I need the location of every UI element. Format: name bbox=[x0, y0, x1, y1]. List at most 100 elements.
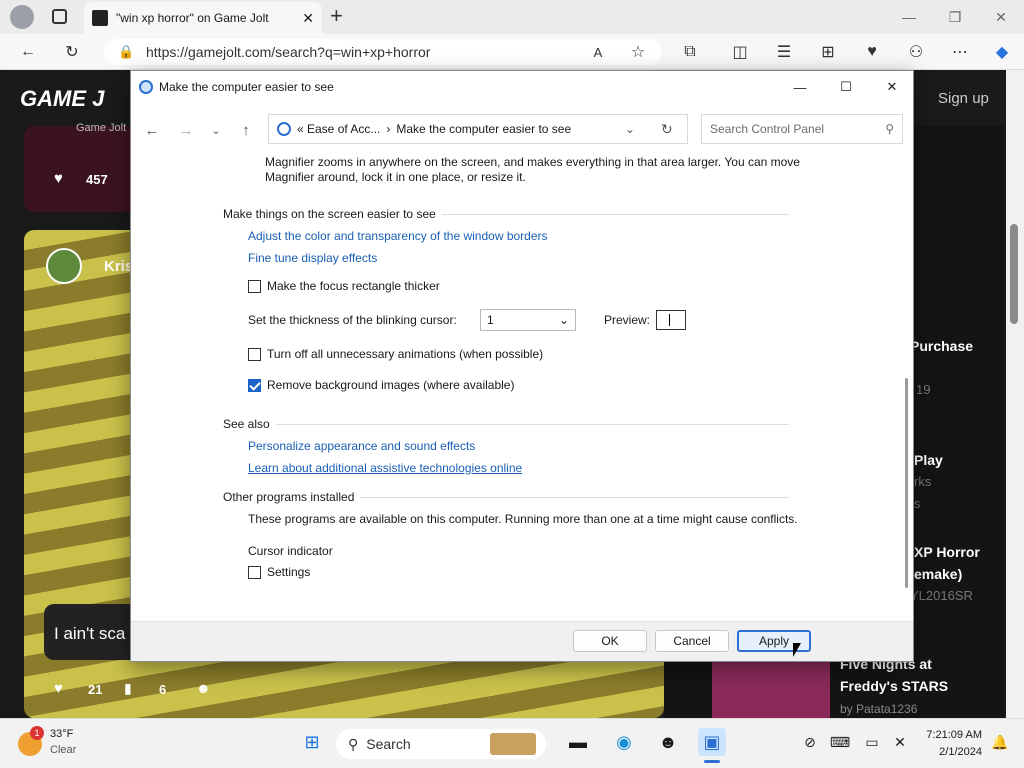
restore-icon[interactable]: ❐ bbox=[932, 0, 978, 34]
refresh-icon[interactable]: ↻ bbox=[60, 40, 84, 64]
control-panel-icon bbox=[277, 122, 291, 136]
copilot-icon[interactable]: ◆ bbox=[990, 40, 1014, 64]
nav-up-icon[interactable]: ↑ bbox=[235, 119, 257, 141]
minimize-icon[interactable]: — bbox=[886, 0, 932, 34]
search-highlight-icon bbox=[490, 733, 536, 755]
comment-text: I ain't sca bbox=[54, 624, 126, 643]
avatar[interactable] bbox=[46, 248, 82, 284]
weather-widget[interactable]: 1 33°F Clear bbox=[18, 726, 108, 762]
link-adjust-color[interactable]: Adjust the color and transparency of the… bbox=[248, 229, 548, 243]
page-scrollbar[interactable] bbox=[1006, 70, 1024, 718]
nav-forward-icon[interactable]: → bbox=[175, 119, 197, 141]
other-programs-text: These programs are available on this com… bbox=[248, 512, 798, 526]
control-panel-window: Make the computer easier to see — ☐ ✕ ← … bbox=[130, 70, 914, 662]
control-panel-app-icon[interactable]: ▣ bbox=[698, 728, 726, 756]
section-title: Other programs installed bbox=[223, 490, 355, 504]
favorite-star-icon[interactable]: ☆ bbox=[626, 40, 650, 64]
ok-button[interactable]: OK bbox=[573, 630, 647, 652]
emoji-icon[interactable]: ☻ bbox=[196, 680, 211, 696]
comment-count: 6 bbox=[159, 682, 167, 697]
breadcrumb-separator: › bbox=[386, 122, 391, 136]
tab-gamejolt[interactable]: "win xp horror" on Game Jolt ✕ bbox=[84, 2, 322, 34]
breadcrumb-dropdown-icon[interactable]: ⌄ bbox=[625, 122, 655, 136]
display-icon[interactable]: ▭ bbox=[858, 728, 886, 756]
cancel-button[interactable]: Cancel bbox=[655, 630, 729, 652]
split-screen-icon[interactable]: ◫ bbox=[728, 40, 752, 64]
game-title[interactable]: Freddy's STARS bbox=[840, 678, 948, 694]
checkbox-background-images[interactable]: Remove background images (where availabl… bbox=[248, 378, 514, 392]
sign-up-link[interactable]: Sign up bbox=[938, 90, 989, 107]
checkbox-checked[interactable] bbox=[248, 378, 261, 392]
dialog-close-icon[interactable]: ✕ bbox=[869, 71, 915, 103]
link-assistive-tech[interactable]: Learn about additional assistive technol… bbox=[248, 461, 522, 475]
dialog-maximize-icon[interactable]: ☐ bbox=[823, 71, 869, 103]
checkbox[interactable] bbox=[248, 347, 261, 361]
dialog-minimize-icon[interactable]: — bbox=[777, 71, 823, 103]
close-tab-icon[interactable]: ✕ bbox=[302, 10, 314, 27]
recent-dropdown-icon[interactable]: ⌄ bbox=[205, 119, 227, 141]
game-item-text[interactable]: XP Horror bbox=[914, 544, 980, 560]
cursor-thickness-select[interactable]: 1 ⌄ bbox=[480, 309, 576, 331]
collections-icon[interactable]: ⊞ bbox=[816, 40, 840, 64]
cursor-thickness-label: Set the thickness of the blinking cursor… bbox=[248, 313, 457, 327]
read-aloud-icon[interactable]: A bbox=[586, 40, 610, 64]
back-icon[interactable]: ← bbox=[16, 40, 40, 64]
search-icon[interactable]: ⚲ bbox=[885, 122, 894, 136]
extensions-icon[interactable]: ⧉ bbox=[678, 40, 702, 64]
checkbox-focus-rectangle[interactable]: Make the focus rectangle thicker bbox=[248, 279, 440, 293]
taskbar-search[interactable]: ⚲ Search bbox=[336, 729, 546, 759]
keyboard-icon[interactable]: ⌨ bbox=[826, 728, 854, 756]
checkbox-animations[interactable]: Turn off all unnecessary animations (whe… bbox=[248, 347, 543, 361]
breadcrumb[interactable]: « Ease of Acc... › Make the computer eas… bbox=[268, 114, 688, 144]
gamejolt-logo[interactable]: GAME J bbox=[20, 86, 104, 112]
windows-start-icon[interactable]: ⊞ bbox=[298, 728, 326, 756]
breadcrumb-parent[interactable]: « Ease of Acc... bbox=[297, 122, 380, 136]
checkbox-settings[interactable]: Settings bbox=[248, 565, 310, 579]
section-title: See also bbox=[223, 417, 270, 431]
profile-icon[interactable] bbox=[10, 5, 34, 29]
game-item-text[interactable]: Play bbox=[914, 452, 943, 468]
checkbox-label: Remove background images (where availabl… bbox=[267, 378, 515, 392]
favorites-icon[interactable]: ☰ bbox=[772, 40, 796, 64]
comment-icon[interactable]: ▮ bbox=[124, 680, 132, 697]
breadcrumb-current[interactable]: Make the computer easier to see bbox=[396, 122, 619, 136]
close-window-icon[interactable]: ✕ bbox=[978, 0, 1024, 34]
more-menu-icon[interactable]: ⋯ bbox=[948, 40, 972, 64]
dialog-scrollbar[interactable] bbox=[901, 153, 913, 621]
edge-icon[interactable]: ◉ bbox=[610, 728, 638, 756]
refresh-icon[interactable]: ↻ bbox=[661, 121, 687, 138]
new-tab-button[interactable]: + bbox=[330, 3, 343, 29]
clock-time[interactable]: 7:21:09 AM bbox=[920, 729, 982, 741]
search-control-panel[interactable]: Search Control Panel ⚲ bbox=[701, 114, 903, 144]
weather-temp: 33°F bbox=[50, 728, 74, 740]
lock-icon[interactable]: 🔒 bbox=[118, 44, 134, 60]
app-icon[interactable]: ☻ bbox=[654, 728, 682, 756]
heart-icon[interactable]: ♥ bbox=[54, 170, 63, 187]
checkbox[interactable] bbox=[248, 565, 261, 579]
weather-badge: 1 bbox=[30, 726, 44, 740]
notification-bell-icon[interactable]: 🔔 bbox=[986, 728, 1014, 756]
tab-actions-icon[interactable] bbox=[52, 9, 67, 24]
performance-icon[interactable]: ♥ bbox=[860, 40, 884, 64]
task-view-icon[interactable]: ▬ bbox=[564, 728, 592, 756]
nav-back-icon[interactable]: ← bbox=[141, 119, 163, 141]
weather-desc: Clear bbox=[50, 744, 77, 756]
checkbox-label: Make the focus rectangle thicker bbox=[267, 279, 440, 293]
chevron-down-icon: ⌄ bbox=[558, 313, 569, 327]
notifications-off-icon[interactable]: ⊘ bbox=[796, 728, 824, 756]
volume-muted-icon[interactable]: ✕ bbox=[886, 728, 914, 756]
share-icon[interactable]: ⚇ bbox=[904, 40, 928, 64]
game-item-text: s bbox=[914, 496, 921, 511]
game-item-text[interactable]: emake) bbox=[914, 566, 962, 582]
link-personalize[interactable]: Personalize appearance and sound effects bbox=[248, 439, 475, 453]
search-icon: ⚲ bbox=[348, 735, 359, 752]
checkbox[interactable] bbox=[248, 279, 261, 293]
game-jolt-chip[interactable]: Game Jolt bbox=[76, 122, 126, 134]
game-author[interactable]: by Patata1236 bbox=[840, 702, 917, 716]
clock-date[interactable]: 2/1/2024 bbox=[920, 746, 982, 758]
link-fine-tune-display[interactable]: Fine tune display effects bbox=[248, 251, 377, 265]
heart-icon[interactable]: ♥ bbox=[54, 680, 63, 697]
post-username[interactable]: Kris bbox=[104, 258, 133, 275]
like-count: 457 bbox=[86, 172, 108, 187]
address-bar[interactable]: 🔒 https://gamejolt.com/search?q=win+xp+h… bbox=[104, 39, 662, 65]
